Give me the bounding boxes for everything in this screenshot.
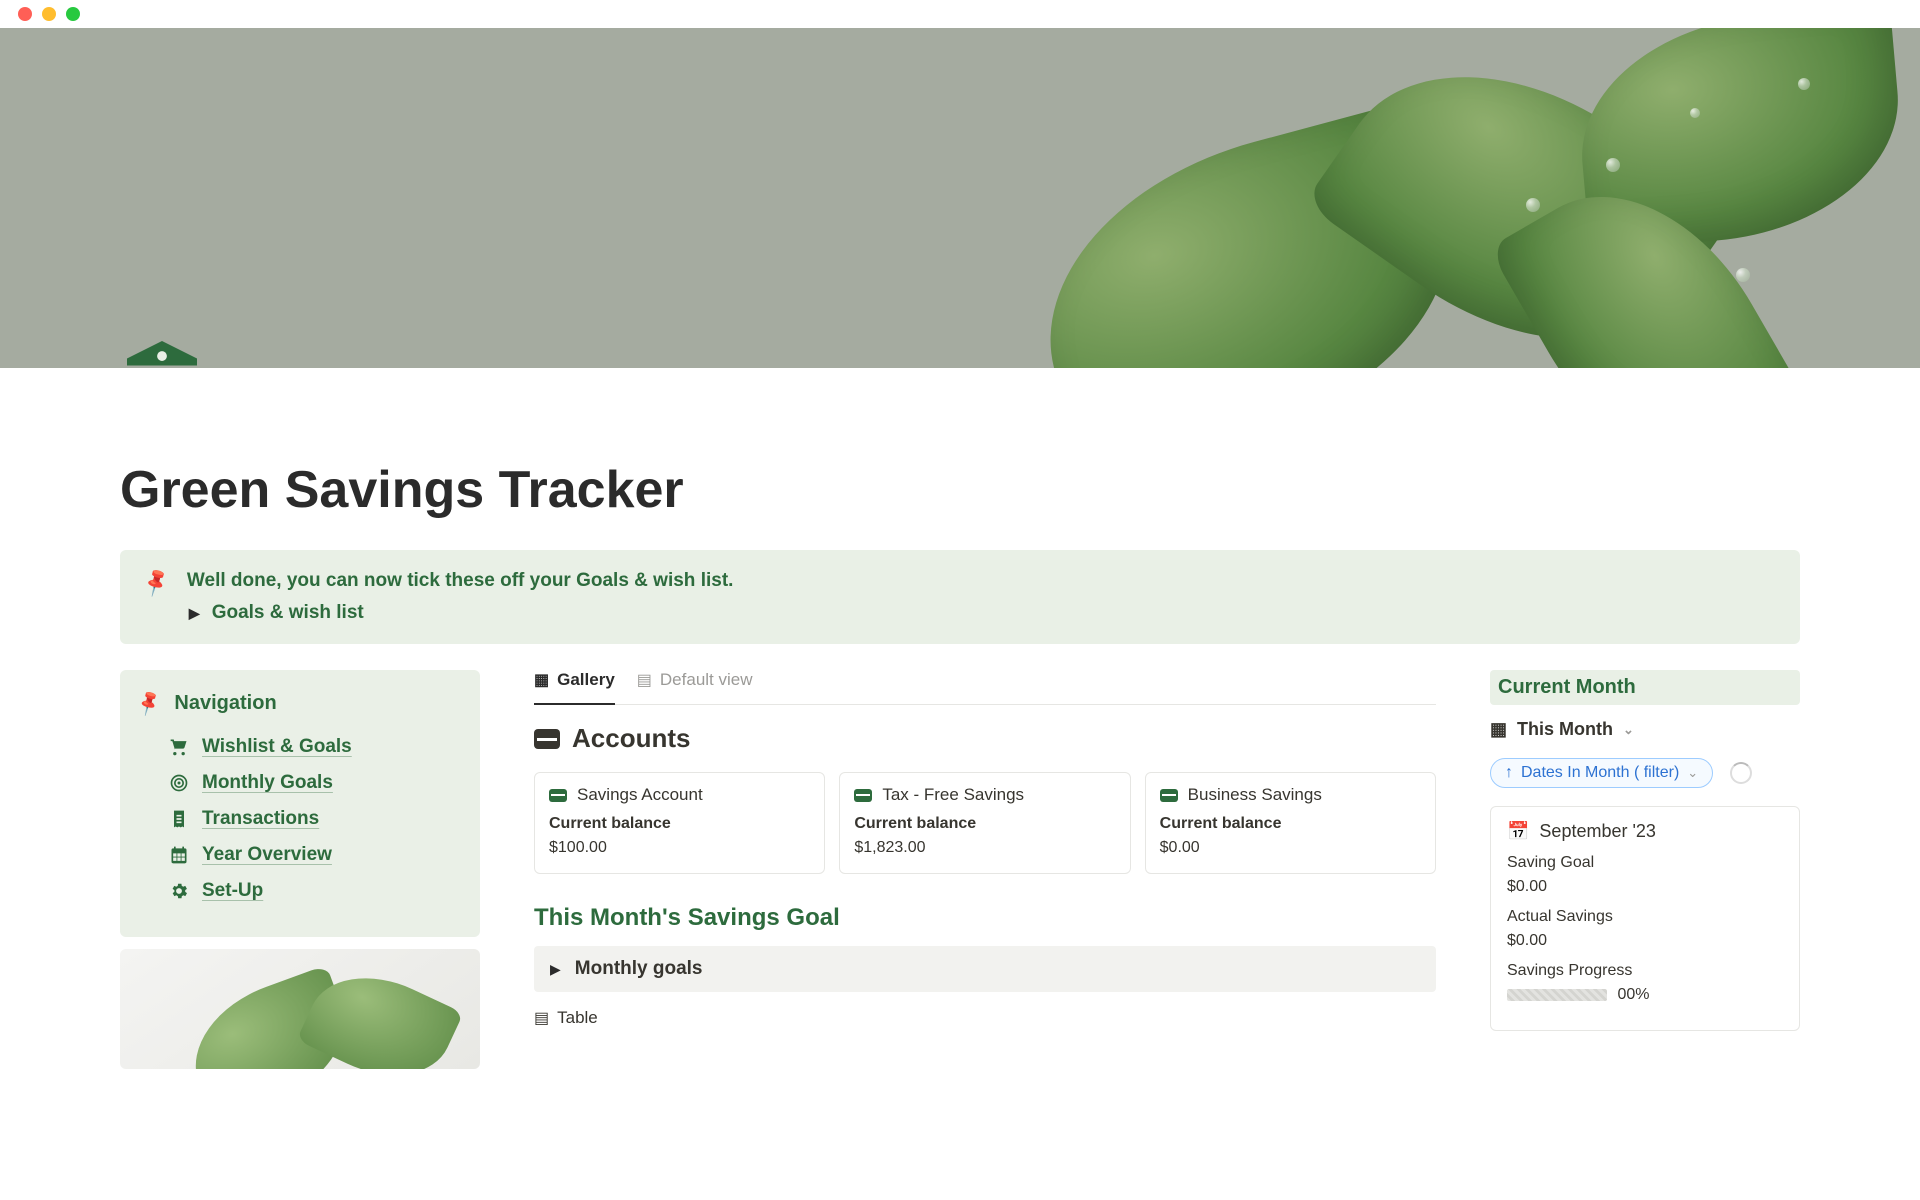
nav-item-wishlist-goals[interactable]: Wishlist & Goals — [138, 729, 462, 765]
close-window-button[interactable] — [18, 7, 32, 21]
credit-card-icon — [534, 729, 560, 749]
credit-card-icon — [549, 789, 567, 802]
account-sub-label: Current balance — [854, 815, 1115, 833]
tab-default-view[interactable]: ▤ Default view — [637, 670, 753, 696]
pushpin-icon: 📌 — [134, 689, 164, 718]
tab-label: Gallery — [557, 670, 615, 690]
target-icon — [168, 772, 190, 794]
arrow-up-icon: ↑ — [1505, 764, 1513, 782]
nav-link[interactable]: Monthly Goals — [202, 772, 333, 794]
nav-item-setup[interactable]: Set-Up — [138, 873, 462, 909]
cover-image — [0, 28, 1920, 368]
monthly-goals-label: Monthly goals — [575, 958, 703, 980]
value-saving-goal: $0.00 — [1507, 878, 1783, 896]
gallery-icon: ▦ — [534, 670, 549, 690]
tab-label: Table — [557, 1008, 598, 1028]
monthly-goals-toggle[interactable]: ▶ Monthly goals — [534, 946, 1436, 992]
tab-label: Default view — [660, 670, 753, 690]
loading-spinner-icon — [1730, 762, 1752, 784]
accounts-heading: Accounts — [534, 723, 1436, 754]
nav-link[interactable]: Year Overview — [202, 844, 332, 866]
credit-card-icon — [1160, 789, 1178, 802]
account-name: Tax - Free Savings — [882, 785, 1024, 805]
account-card-tax-free[interactable]: Tax - Free Savings Current balance $1,82… — [839, 772, 1130, 874]
table-icon: ▤ — [534, 1008, 549, 1028]
view-picker-this-month[interactable]: ▦ This Month ⌄ — [1490, 719, 1800, 740]
month-summary-card[interactable]: 📅 September '23 Saving Goal $0.00 Actual… — [1490, 806, 1800, 1031]
filter-label: Dates In Month ( filter) — [1521, 764, 1679, 782]
cart-icon — [168, 736, 190, 758]
goals-wishlist-toggle[interactable]: ▶ Goals & wish list — [187, 602, 1776, 624]
account-card-savings[interactable]: Savings Account Current balance $100.00 — [534, 772, 825, 874]
current-month-heading: Current Month — [1490, 670, 1800, 705]
progress-bar — [1507, 989, 1607, 1001]
calendar-grid-icon — [168, 844, 190, 866]
account-sub-label: Current balance — [1160, 815, 1421, 833]
nav-link[interactable]: Set-Up — [202, 880, 263, 902]
account-balance: $100.00 — [549, 839, 810, 857]
page-icon-bank[interactable] — [120, 334, 204, 368]
page-title: Green Savings Tracker — [120, 460, 1800, 520]
account-card-business[interactable]: Business Savings Current balance $0.00 — [1145, 772, 1436, 874]
label-savings-progress: Savings Progress — [1507, 962, 1783, 980]
minimize-window-button[interactable] — [42, 7, 56, 21]
account-sub-label: Current balance — [549, 815, 810, 833]
window-titlebar — [0, 0, 1920, 28]
nav-link[interactable]: Transactions — [202, 808, 319, 830]
navigation-title: Navigation — [174, 692, 276, 715]
nav-item-transactions[interactable]: Transactions — [138, 801, 462, 837]
tab-table[interactable]: ▤ Table — [534, 1008, 1436, 1028]
triangle-right-icon: ▶ — [189, 605, 200, 622]
navigation-card: 📌 Navigation Wishlist & Goals Monthly Go… — [120, 670, 480, 937]
account-name: Business Savings — [1188, 785, 1322, 805]
gallery-icon: ▦ — [1490, 719, 1507, 740]
calendar-icon: 📅 — [1507, 821, 1529, 842]
label-actual-savings: Actual Savings — [1507, 908, 1783, 926]
value-actual-savings: $0.00 — [1507, 932, 1783, 950]
callout-block: 📌 Well done, you can now tick these off … — [120, 550, 1800, 644]
account-balance: $1,823.00 — [854, 839, 1115, 857]
pushpin-icon: 📌 — [139, 565, 173, 599]
chevron-down-icon: ⌄ — [1623, 722, 1634, 738]
callout-message: Well done, you can now tick these off yo… — [187, 570, 1776, 592]
nav-item-monthly-goals[interactable]: Monthly Goals — [138, 765, 462, 801]
goals-wishlist-label: Goals & wish list — [212, 602, 364, 624]
account-name: Savings Account — [577, 785, 703, 805]
label-saving-goal: Saving Goal — [1507, 854, 1783, 872]
maximize-window-button[interactable] — [66, 7, 80, 21]
view-label: This Month — [1517, 719, 1613, 740]
table-icon: ▤ — [637, 670, 652, 690]
filter-chip-dates-in-month[interactable]: ↑ Dates In Month ( filter) ⌄ — [1490, 758, 1713, 788]
decorative-plant-image — [120, 949, 480, 1069]
credit-card-icon — [854, 789, 872, 802]
month-name: September '23 — [1539, 821, 1656, 842]
nav-item-year-overview[interactable]: Year Overview — [138, 837, 462, 873]
nav-link[interactable]: Wishlist & Goals — [202, 736, 352, 758]
value-savings-progress: 00% — [1507, 986, 1783, 1004]
gear-icon — [168, 880, 190, 902]
chevron-down-icon: ⌄ — [1687, 765, 1698, 781]
tab-gallery[interactable]: ▦ Gallery — [534, 670, 615, 705]
triangle-right-icon: ▶ — [550, 961, 561, 978]
account-balance: $0.00 — [1160, 839, 1421, 857]
view-tabs: ▦ Gallery ▤ Default view — [534, 670, 1436, 705]
receipt-icon — [168, 808, 190, 830]
monthly-savings-heading: This Month's Savings Goal — [534, 904, 1436, 932]
